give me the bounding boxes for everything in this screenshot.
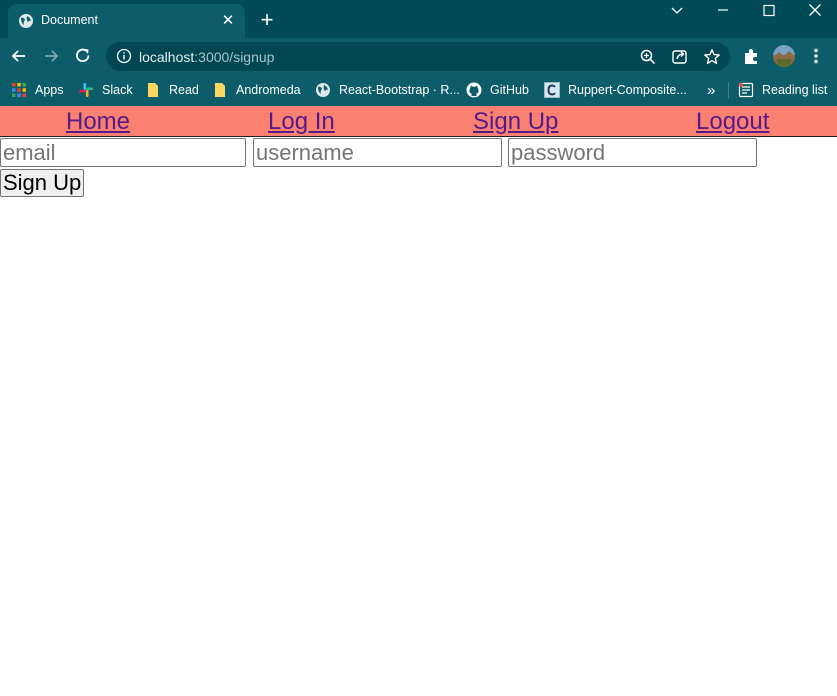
slack-icon	[79, 83, 93, 97]
bookmarks-overflow-button[interactable]: »	[707, 81, 715, 99]
c-icon	[544, 82, 560, 98]
close-window-button[interactable]	[792, 0, 837, 22]
globe-icon	[19, 14, 33, 28]
forward-arrow-icon	[45, 50, 59, 62]
avatar-icon	[773, 45, 795, 67]
browser-toolbar: localhost:3000/signup	[0, 38, 837, 74]
bookmark-andromeda[interactable]: Andromeda	[212, 81, 301, 99]
extensions-button[interactable]	[742, 46, 762, 66]
url-path: :3000/signup	[194, 49, 275, 65]
folder-icon	[215, 83, 225, 97]
github-icon	[466, 82, 482, 98]
reload-icon	[76, 48, 90, 63]
reading-list-icon	[738, 82, 754, 98]
password-input[interactable]	[508, 138, 757, 167]
url-text[interactable]: localhost:3000/signup	[139, 49, 274, 65]
share-icon[interactable]	[671, 48, 689, 66]
apps-grid-icon	[12, 83, 26, 97]
nav-link-login[interactable]: Log In	[268, 108, 335, 136]
bookmarks-bar: Apps Slack Read Andromeda React-Bootstra…	[0, 74, 837, 106]
reading-list-button[interactable]: Reading list	[738, 81, 827, 99]
browser-tab[interactable]: Document ✕	[8, 4, 245, 38]
info-icon[interactable]	[116, 48, 132, 64]
nav-link-home[interactable]: Home	[66, 108, 130, 136]
bookmark-label: React-Bootstrap · R...	[339, 83, 460, 97]
kebab-menu-icon	[814, 48, 818, 64]
bookmarks-divider	[728, 82, 729, 99]
browser-title-bar: Document ✕ +	[0, 0, 837, 38]
nav-link-logout[interactable]: Logout	[696, 108, 769, 136]
tab-search-button[interactable]	[654, 0, 700, 22]
new-tab-button[interactable]: +	[256, 9, 278, 31]
forward-button[interactable]	[41, 46, 61, 66]
back-arrow-icon	[11, 50, 25, 62]
reading-list-label: Reading list	[762, 83, 828, 97]
url-host: localhost	[139, 49, 195, 65]
tab-title: Document	[41, 13, 98, 27]
maximize-button[interactable]	[746, 0, 792, 22]
bookmark-apps[interactable]: Apps	[11, 81, 64, 99]
bookmark-label: GitHub	[490, 83, 529, 97]
bookmark-react-bootstrap[interactable]: React-Bootstrap · R...	[315, 81, 460, 99]
bookmark-slack[interactable]: Slack	[78, 81, 133, 99]
bookmark-github[interactable]: GitHub	[466, 81, 529, 99]
bookmark-ruppert-composite[interactable]: Ruppert-Composite...	[544, 81, 687, 99]
back-button[interactable]	[9, 46, 29, 66]
folder-icon	[148, 83, 158, 97]
zoom-icon[interactable]	[639, 48, 657, 66]
bookmark-read[interactable]: Read	[145, 81, 199, 99]
close-tab-icon[interactable]: ✕	[219, 12, 237, 30]
bookmark-label: Apps	[35, 83, 64, 97]
site-navbar: Home Log In Sign Up Logout	[0, 106, 837, 137]
globe-icon	[316, 83, 330, 97]
bookmark-label: Ruppert-Composite...	[568, 83, 687, 97]
nav-link-signup[interactable]: Sign Up	[473, 108, 558, 136]
menu-button[interactable]	[806, 46, 826, 66]
bookmark-label: Slack	[102, 83, 133, 97]
minimize-button[interactable]	[700, 0, 746, 22]
puzzle-icon	[745, 49, 757, 64]
bookmark-label: Read	[169, 83, 199, 97]
chevron-down-icon	[671, 7, 683, 14]
bookmark-label: Andromeda	[236, 83, 301, 97]
star-icon[interactable]	[703, 48, 721, 66]
address-bar[interactable]: localhost:3000/signup	[106, 42, 730, 71]
reload-button[interactable]	[73, 46, 93, 66]
profile-avatar[interactable]	[773, 45, 795, 67]
maximize-icon	[763, 4, 775, 17]
close-icon	[809, 4, 821, 16]
signup-submit-button[interactable]: Sign Up	[0, 169, 85, 197]
email-input[interactable]	[0, 138, 246, 167]
username-input[interactable]	[253, 138, 502, 167]
minimize-icon	[718, 9, 728, 11]
